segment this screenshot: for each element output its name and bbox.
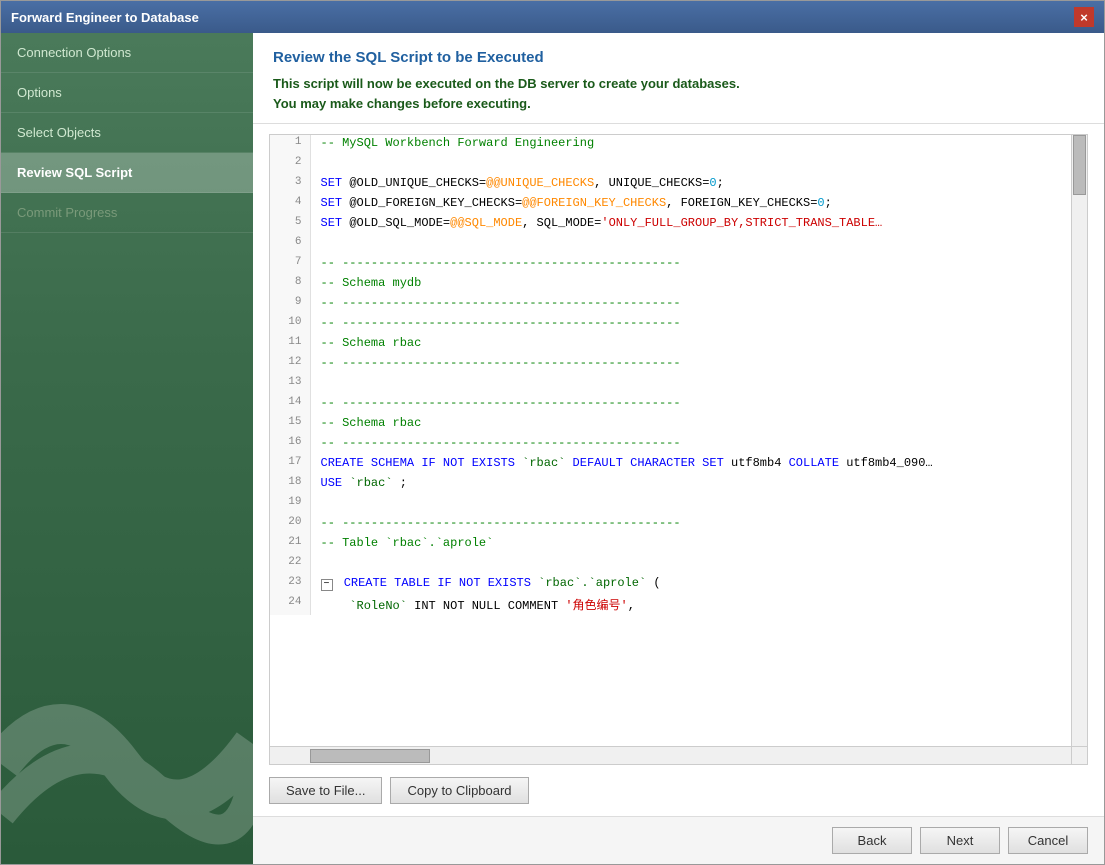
code-line-23: 23 − CREATE TABLE IF NOT EXISTS `rbac`.`… — [270, 575, 1087, 595]
sidebar-item-review-sql-script[interactable]: Review SQL Script — [1, 153, 253, 193]
window-title: Forward Engineer to Database — [11, 10, 199, 25]
main-panel: Review the SQL Script to be Executed Thi… — [253, 33, 1104, 864]
code-line-14: 14 -- ----------------------------------… — [270, 395, 1087, 415]
main-header: Review the SQL Script to be Executed Thi… — [253, 33, 1104, 124]
close-button[interactable]: × — [1074, 7, 1094, 27]
code-line-19: 19 — [270, 495, 1087, 515]
copy-to-clipboard-button[interactable]: Copy to Clipboard — [390, 777, 528, 804]
sidebar-item-options[interactable]: Options — [1, 73, 253, 113]
code-line-24: 24 `RoleNo` INT NOT NULL COMMENT '角色编号', — [270, 595, 1087, 615]
sidebar: Connection Options Options Select Object… — [1, 33, 253, 864]
cancel-button[interactable]: Cancel — [1008, 827, 1088, 854]
vertical-scrollbar[interactable] — [1071, 135, 1087, 746]
title-bar: Forward Engineer to Database × — [1, 1, 1104, 33]
scroll-corner — [1071, 746, 1087, 764]
next-button[interactable]: Next — [920, 827, 1000, 854]
content-area: Connection Options Options Select Object… — [1, 33, 1104, 864]
code-line-10: 10 -- ----------------------------------… — [270, 315, 1087, 335]
code-line-20: 20 -- ----------------------------------… — [270, 515, 1087, 535]
code-line-6: 6 — [270, 235, 1087, 255]
fold-icon-23[interactable]: − — [321, 579, 333, 591]
code-line-1: 1 -- MySQL Workbench Forward Engineering — [270, 135, 1087, 155]
scroll-thumb-vertical[interactable] — [1073, 135, 1086, 195]
code-line-15: 15 -- Schema rbac — [270, 415, 1087, 435]
code-table: 1 -- MySQL Workbench Forward Engineering… — [270, 135, 1087, 615]
sidebar-item-select-objects[interactable]: Select Objects — [1, 113, 253, 153]
sql-code-editor[interactable]: 1 -- MySQL Workbench Forward Engineering… — [270, 135, 1087, 764]
code-line-18: 18 USE `rbac` ; — [270, 475, 1087, 495]
sidebar-item-commit-progress: Commit Progress — [1, 193, 253, 233]
footer-buttons: Back Next Cancel — [253, 816, 1104, 864]
section-title: Review the SQL Script to be Executed — [273, 49, 1084, 66]
code-line-21: 21 -- Table `rbac`.`aprole` — [270, 535, 1087, 555]
code-line-22: 22 — [270, 555, 1087, 575]
code-line-12: 12 -- ----------------------------------… — [270, 355, 1087, 375]
code-line-11: 11 -- Schema rbac — [270, 335, 1087, 355]
action-buttons: Save to File... Copy to Clipboard — [253, 765, 1104, 816]
code-line-8: 8 -- Schema mydb — [270, 275, 1087, 295]
code-line-5: 5 SET @OLD_SQL_MODE=@@SQL_MODE, SQL_MODE… — [270, 215, 1087, 235]
scroll-thumb-horizontal[interactable] — [310, 749, 430, 763]
save-to-file-button[interactable]: Save to File... — [269, 777, 382, 804]
code-line-2: 2 — [270, 155, 1087, 175]
sidebar-item-connection-options[interactable]: Connection Options — [1, 33, 253, 73]
code-line-9: 9 -- -----------------------------------… — [270, 295, 1087, 315]
sql-editor-area: 1 -- MySQL Workbench Forward Engineering… — [269, 134, 1088, 765]
horizontal-scrollbar[interactable] — [270, 746, 1071, 764]
code-line-4: 4 SET @OLD_FOREIGN_KEY_CHECKS=@@FOREIGN_… — [270, 195, 1087, 215]
code-line-16: 16 -- ----------------------------------… — [270, 435, 1087, 455]
main-window: Forward Engineer to Database × Connectio… — [0, 0, 1105, 865]
code-line-7: 7 -- -----------------------------------… — [270, 255, 1087, 275]
code-line-13: 13 — [270, 375, 1087, 395]
description: This script will now be executed on the … — [273, 74, 1084, 113]
code-line-3: 3 SET @OLD_UNIQUE_CHECKS=@@UNIQUE_CHECKS… — [270, 175, 1087, 195]
back-button[interactable]: Back — [832, 827, 912, 854]
code-line-17: 17 CREATE SCHEMA IF NOT EXISTS `rbac` DE… — [270, 455, 1087, 475]
